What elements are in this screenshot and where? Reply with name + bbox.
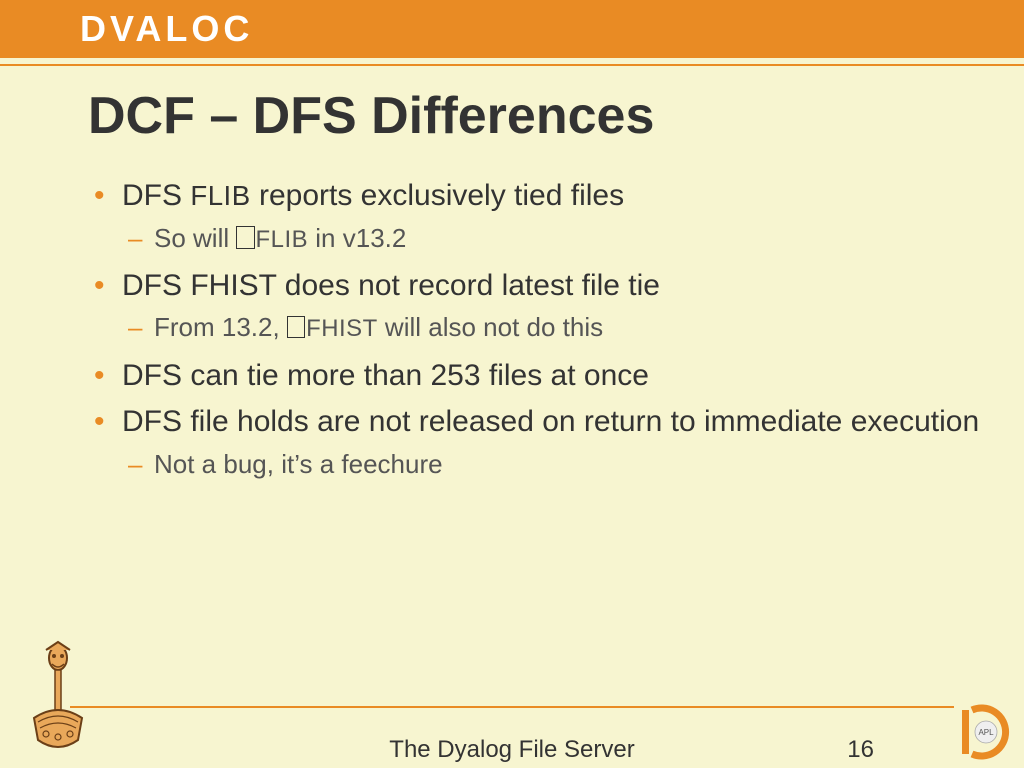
bullet-1-sub-pre: So will (154, 223, 236, 253)
apl-label: APL (978, 728, 994, 737)
slide-content: DFS FLIB reports exclusively tied files … (88, 176, 1024, 482)
bullet-4: DFS file holds are not released on retur… (88, 402, 1024, 482)
bullet-2: DFS FHIST does not record latest file ti… (88, 266, 1024, 346)
bullet-2-text: DFS FHIST does not record latest file ti… (122, 269, 660, 302)
brand-logo-text: DVALOC (80, 8, 253, 50)
bullet-2-sub-post: will also not do this (378, 312, 603, 342)
quad-icon (287, 316, 305, 338)
viking-ship-icon (28, 640, 88, 760)
header-underline (0, 64, 1024, 66)
bullet-2-sub: From 13.2, FHIST will also not do this (122, 310, 1024, 345)
bullet-4-text: DFS file holds are not released on retur… (122, 405, 979, 438)
bullet-1-post: reports exclusively tied files (251, 179, 624, 212)
apl-logo-icon: APL (962, 704, 1018, 760)
bullet-1-sub-code: FLIB (256, 226, 309, 253)
bullet-1-sub-post: in v13.2 (308, 223, 406, 253)
bullet-4-sub: Not a bug, it’s a feechure (122, 447, 1024, 482)
bullet-1-pre: DFS (122, 179, 190, 212)
slide-header: DVALOC (0, 0, 1024, 58)
page-number: 16 (847, 736, 874, 764)
footer-divider (70, 706, 954, 708)
slide-title: DCF – DFS Differences (88, 86, 1024, 146)
bullet-2-sub-pre: From 13.2, (154, 312, 287, 342)
quad-icon (236, 226, 254, 248)
bullet-3-text: DFS can tie more than 253 files at once (122, 359, 649, 392)
bullet-4-sub-text: Not a bug, it’s a feechure (154, 449, 443, 479)
footer-title: The Dyalog File Server (389, 736, 634, 764)
bullet-2-sub-code: FHIST (306, 315, 378, 342)
bullet-3: DFS can tie more than 253 files at once (88, 356, 1024, 397)
bullet-1: DFS FLIB reports exclusively tied files … (88, 176, 1024, 256)
bullet-1-code: FLIB (190, 180, 250, 211)
bullet-1-sub: So will FLIB in v13.2 (122, 221, 1024, 256)
